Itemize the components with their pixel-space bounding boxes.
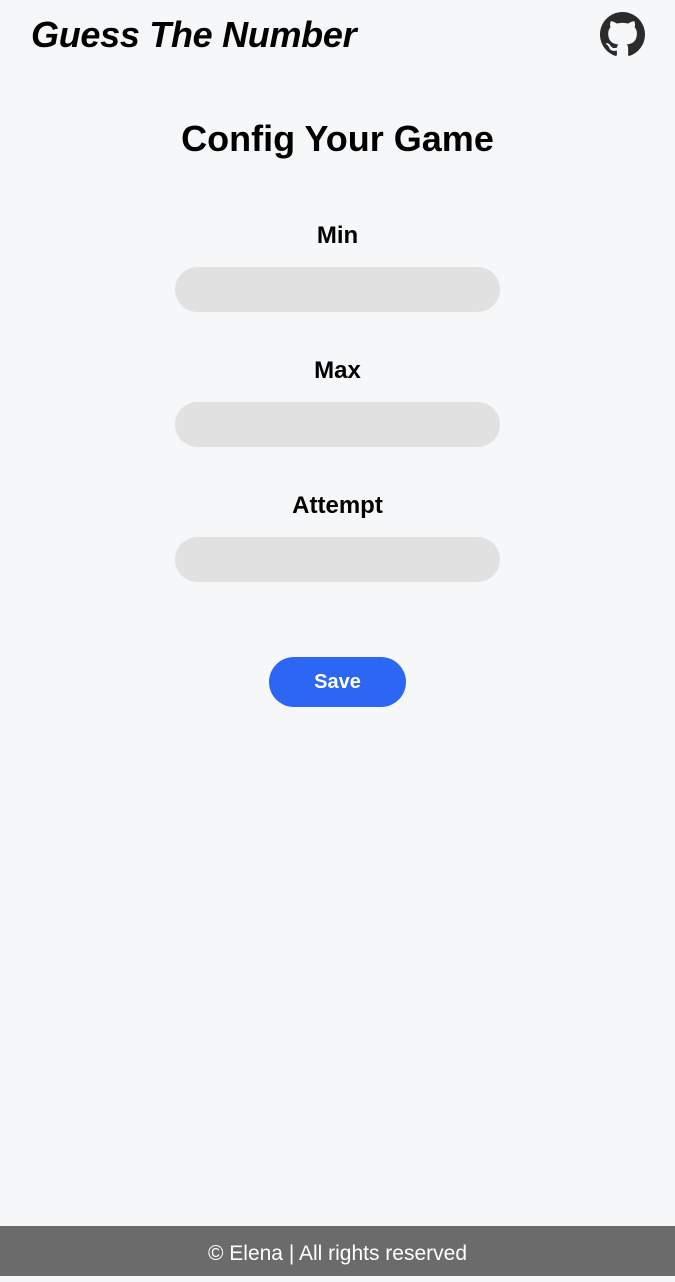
min-label: Min <box>316 222 359 249</box>
attempt-input[interactable] <box>175 537 500 582</box>
github-link[interactable] <box>600 12 645 57</box>
config-title: Config Your Game <box>181 118 494 159</box>
github-icon <box>600 12 645 56</box>
app-title: Guess The Number <box>31 14 357 55</box>
max-label: Max <box>314 357 361 384</box>
max-input[interactable] <box>175 402 500 447</box>
attempt-label: Attempt <box>292 492 383 519</box>
save-button[interactable]: Save <box>269 657 406 707</box>
min-input[interactable] <box>175 267 500 312</box>
copyright-text: © Elena | All rights reserved <box>207 1242 468 1265</box>
footer: © Elena | All rights reserved <box>0 1226 675 1276</box>
